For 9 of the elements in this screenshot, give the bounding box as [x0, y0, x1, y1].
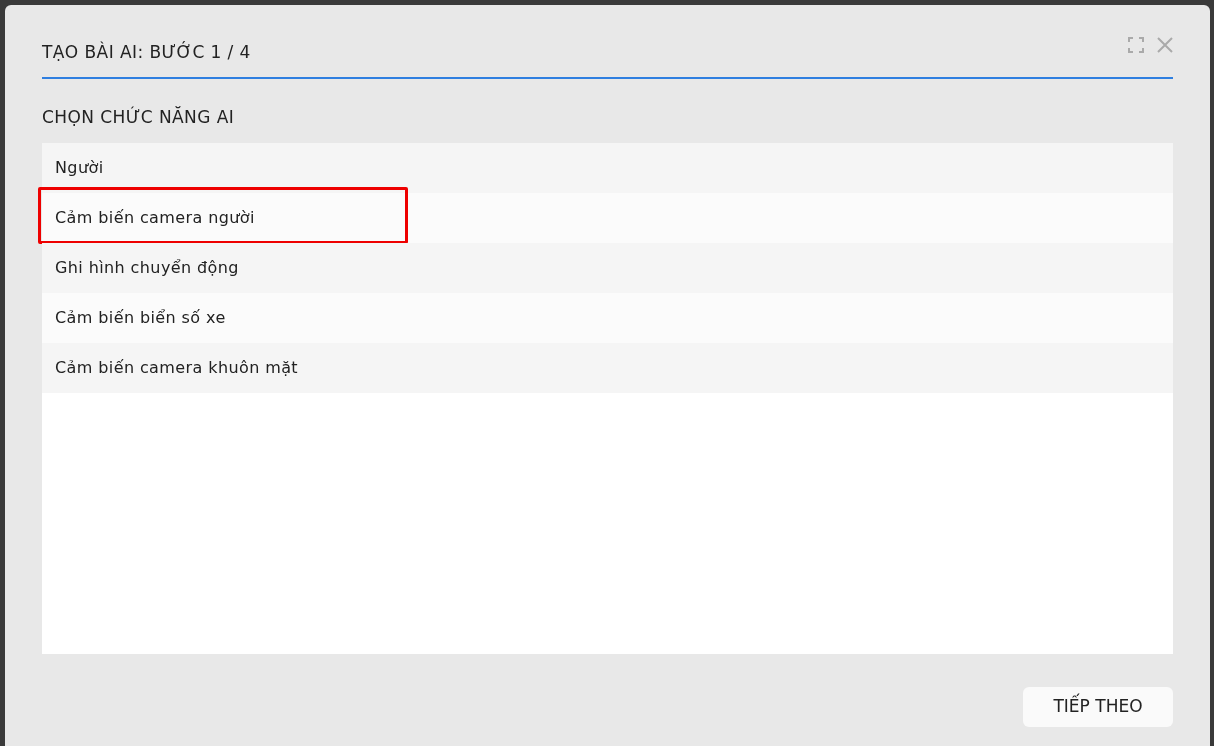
maximize-icon[interactable]: [1127, 36, 1145, 54]
next-button[interactable]: TIẾP THEO: [1023, 686, 1173, 727]
list-item[interactable]: Ghi hình chuyển động: [42, 242, 1173, 293]
section-label: CHỌN CHỨC NĂNG AI: [42, 105, 236, 129]
list-item[interactable]: Cảm biến camera khuôn mặt: [42, 342, 1173, 393]
list-item[interactable]: Cảm biến biển số xe: [42, 292, 1173, 343]
close-icon[interactable]: [1155, 35, 1175, 55]
dialog-title: TẠO BÀI AI: BƯỚC 1 / 4: [42, 40, 251, 64]
list-item[interactable]: Người: [42, 142, 1173, 193]
